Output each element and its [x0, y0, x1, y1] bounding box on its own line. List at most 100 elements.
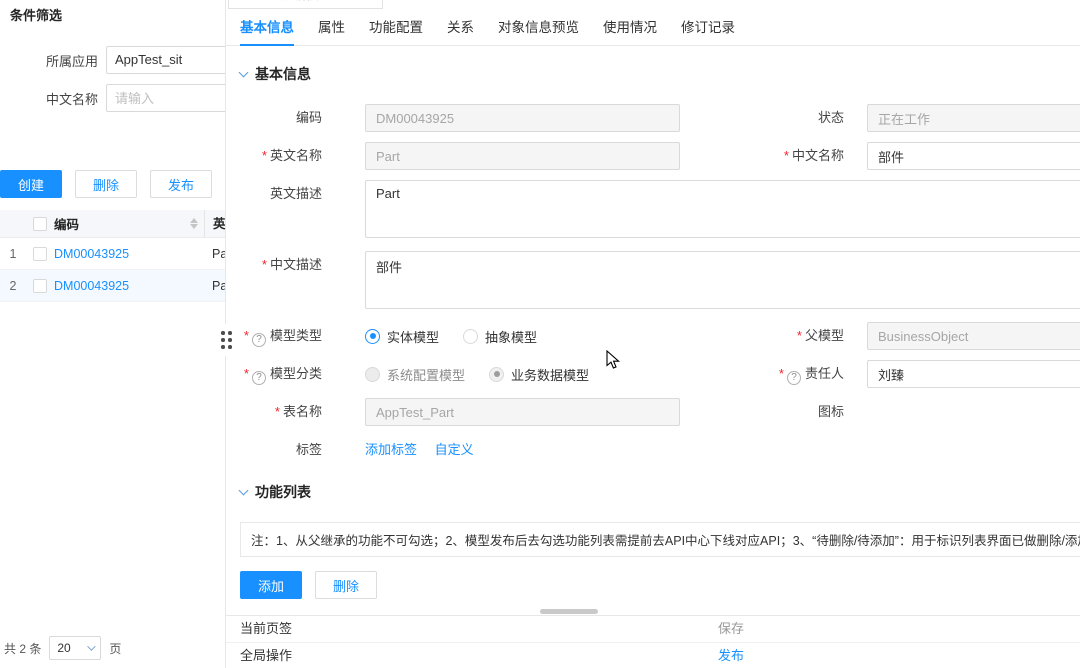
tab-object-preview[interactable]: 对象信息预览 [498, 10, 579, 46]
sort-icon[interactable] [190, 218, 198, 229]
help-icon[interactable] [252, 371, 266, 385]
chinese-desc-row: *中文描述 部件 [240, 251, 1080, 312]
model-table-header: 编码 英文名称 [0, 210, 226, 238]
table-row[interactable]: 1 DM00043925 Part [0, 238, 226, 270]
english-name-label: 英文名称 [270, 148, 322, 163]
function-list-section-header[interactable]: 功能列表 [240, 482, 1080, 502]
function-list-buttons: 添加 删除 [240, 571, 1080, 599]
chinese-name-field[interactable]: 部件 [867, 142, 1080, 170]
parent-model-field: BusinessObject [867, 322, 1080, 350]
global-actions-row: 全局操作 发布 [226, 642, 1080, 668]
model-class-radio-group: 系统配置模型 业务数据模型 [365, 360, 680, 388]
horizontal-scrollbar[interactable] [540, 609, 598, 614]
code-label: 编码 [240, 104, 322, 132]
app-select[interactable]: AppTest_sit [106, 46, 226, 74]
app-window: 条件筛选 所属应用 AppTest_sit 中文名称 创建 删除 发布 编码 [0, 0, 1080, 668]
global-publish-button[interactable]: 发布 [718, 643, 744, 668]
table-row[interactable]: 2 DM00043925 Part [0, 270, 226, 302]
delete-button[interactable]: 删除 [75, 170, 137, 198]
owner-label: 责任人 [805, 366, 844, 381]
radio-business-data-model: 业务数据模型 [489, 365, 589, 384]
required-asterisk: * [797, 328, 802, 343]
tags-label: 标签 [240, 436, 322, 464]
help-icon[interactable] [787, 371, 801, 385]
radio-entity-model[interactable]: 实体模型 [365, 327, 439, 346]
required-asterisk: * [262, 148, 267, 163]
panel-drag-handle[interactable] [220, 324, 233, 356]
publish-button[interactable]: 发布 [150, 170, 212, 198]
add-function-button[interactable]: 添加 [240, 571, 302, 599]
name-filter-label: 中文名称 [0, 89, 106, 108]
model-code-link[interactable]: DM00043925 [54, 247, 129, 261]
page-unit-label: 页 [109, 640, 121, 657]
create-button[interactable]: 创建 [0, 170, 62, 198]
detail-panel: 数据模型 基本信息 属性 功能配置 关系 对象信息预览 使用情况 修订记录 基本… [226, 0, 1080, 668]
page-size-value: 20 [57, 641, 70, 655]
tab-relations[interactable]: 关系 [447, 10, 474, 46]
pagination: 共 2 条 20 页 [4, 636, 121, 660]
tab-function-config[interactable]: 功能配置 [369, 10, 423, 46]
model-type-label: 模型类型 [270, 328, 322, 343]
current-tab-label: 当前页签 [240, 621, 292, 636]
tab-basic-info[interactable]: 基本信息 [240, 10, 294, 46]
english-name-field: Part [365, 142, 680, 170]
row-index: 2 [0, 279, 26, 293]
row-english-name: Part [204, 270, 226, 302]
radio-unselected-icon [463, 329, 478, 344]
delete-function-button[interactable]: 删除 [315, 571, 377, 599]
current-tab-actions-row: 当前页签 保存 [226, 615, 1080, 642]
model-list-table: 编码 英文名称 1 DM00043925 Part 2 DM00043925 P… [0, 210, 226, 302]
app-select-value: AppTest_sit [115, 52, 182, 67]
window-tab[interactable]: 数据模型 [228, 0, 383, 9]
row-checkbox[interactable] [33, 279, 47, 293]
filter-sidebar: 条件筛选 所属应用 AppTest_sit 中文名称 创建 删除 发布 编码 [0, 0, 226, 668]
tab-attributes[interactable]: 属性 [318, 10, 345, 46]
table-name-row: *表名称 AppTest_Part 图标 [240, 398, 1080, 426]
row-index: 1 [0, 247, 26, 261]
chinese-desc-textarea[interactable]: 部件 [365, 251, 1080, 309]
row-checkbox[interactable] [33, 247, 47, 261]
english-desc-textarea[interactable]: Part [365, 180, 1080, 238]
names-row: *英文名称 Part *中文名称 部件 [240, 142, 1080, 170]
required-asterisk: * [784, 148, 789, 163]
english-name-column-header: 英文名称 [204, 210, 226, 238]
name-filter-row: 中文名称 [0, 84, 226, 112]
table-name-label: 表名称 [283, 404, 322, 419]
chevron-down-icon [239, 485, 249, 495]
detail-tabs: 基本信息 属性 功能配置 关系 对象信息预览 使用情况 修订记录 [226, 10, 1080, 46]
tab-usage[interactable]: 使用情况 [603, 10, 657, 46]
code-column-header: 编码 [54, 214, 79, 233]
radio-disabled-icon [365, 367, 380, 382]
radio-disabled-selected-icon [489, 367, 504, 382]
select-all-checkbox[interactable] [33, 217, 47, 231]
status-label: 状态 [680, 104, 844, 132]
tags-row: 标签 添加标签 自定义 [240, 436, 1080, 464]
detail-content: 基本信息 编码 DM00043925 状态 正在工作 *英文名称 Part *中… [226, 46, 1080, 615]
app-filter-label: 所属应用 [0, 51, 106, 70]
save-button[interactable]: 保存 [718, 616, 744, 642]
window-tab-strip: 数据模型 [226, 0, 1080, 10]
owner-field[interactable]: 刘臻 [867, 360, 1080, 388]
function-list-note: 注：1、从父继承的功能不可勾选；2、模型发布后去勾选功能列表需提前去API中心下… [240, 522, 1080, 557]
basic-info-section-title: 基本信息 [255, 64, 311, 84]
page-size-select[interactable]: 20 [49, 636, 101, 660]
action-footer: 当前页签 保存 全局操作 发布 [226, 615, 1080, 668]
model-code-link[interactable]: DM00043925 [54, 279, 129, 293]
function-list-section-title: 功能列表 [255, 482, 311, 502]
required-asterisk: * [275, 404, 280, 419]
tab-revision[interactable]: 修订记录 [681, 10, 735, 46]
code-status-row: 编码 DM00043925 状态 正在工作 [240, 104, 1080, 132]
custom-tag-link[interactable]: 自定义 [435, 442, 474, 457]
radio-abstract-model[interactable]: 抽象模型 [463, 327, 537, 346]
english-desc-label: 英文描述 [240, 180, 322, 208]
required-asterisk: * [244, 328, 249, 343]
filter-panel-title: 条件筛选 [10, 5, 62, 24]
help-icon[interactable] [252, 333, 266, 347]
radio-system-config-model: 系统配置模型 [365, 365, 465, 384]
chevron-down-icon [239, 67, 249, 77]
add-tag-link[interactable]: 添加标签 [365, 442, 417, 457]
global-operations-label: 全局操作 [240, 648, 292, 663]
row-english-name: Part [204, 238, 226, 270]
basic-info-section-header[interactable]: 基本信息 [240, 64, 1080, 84]
chinese-name-input[interactable] [106, 84, 226, 112]
